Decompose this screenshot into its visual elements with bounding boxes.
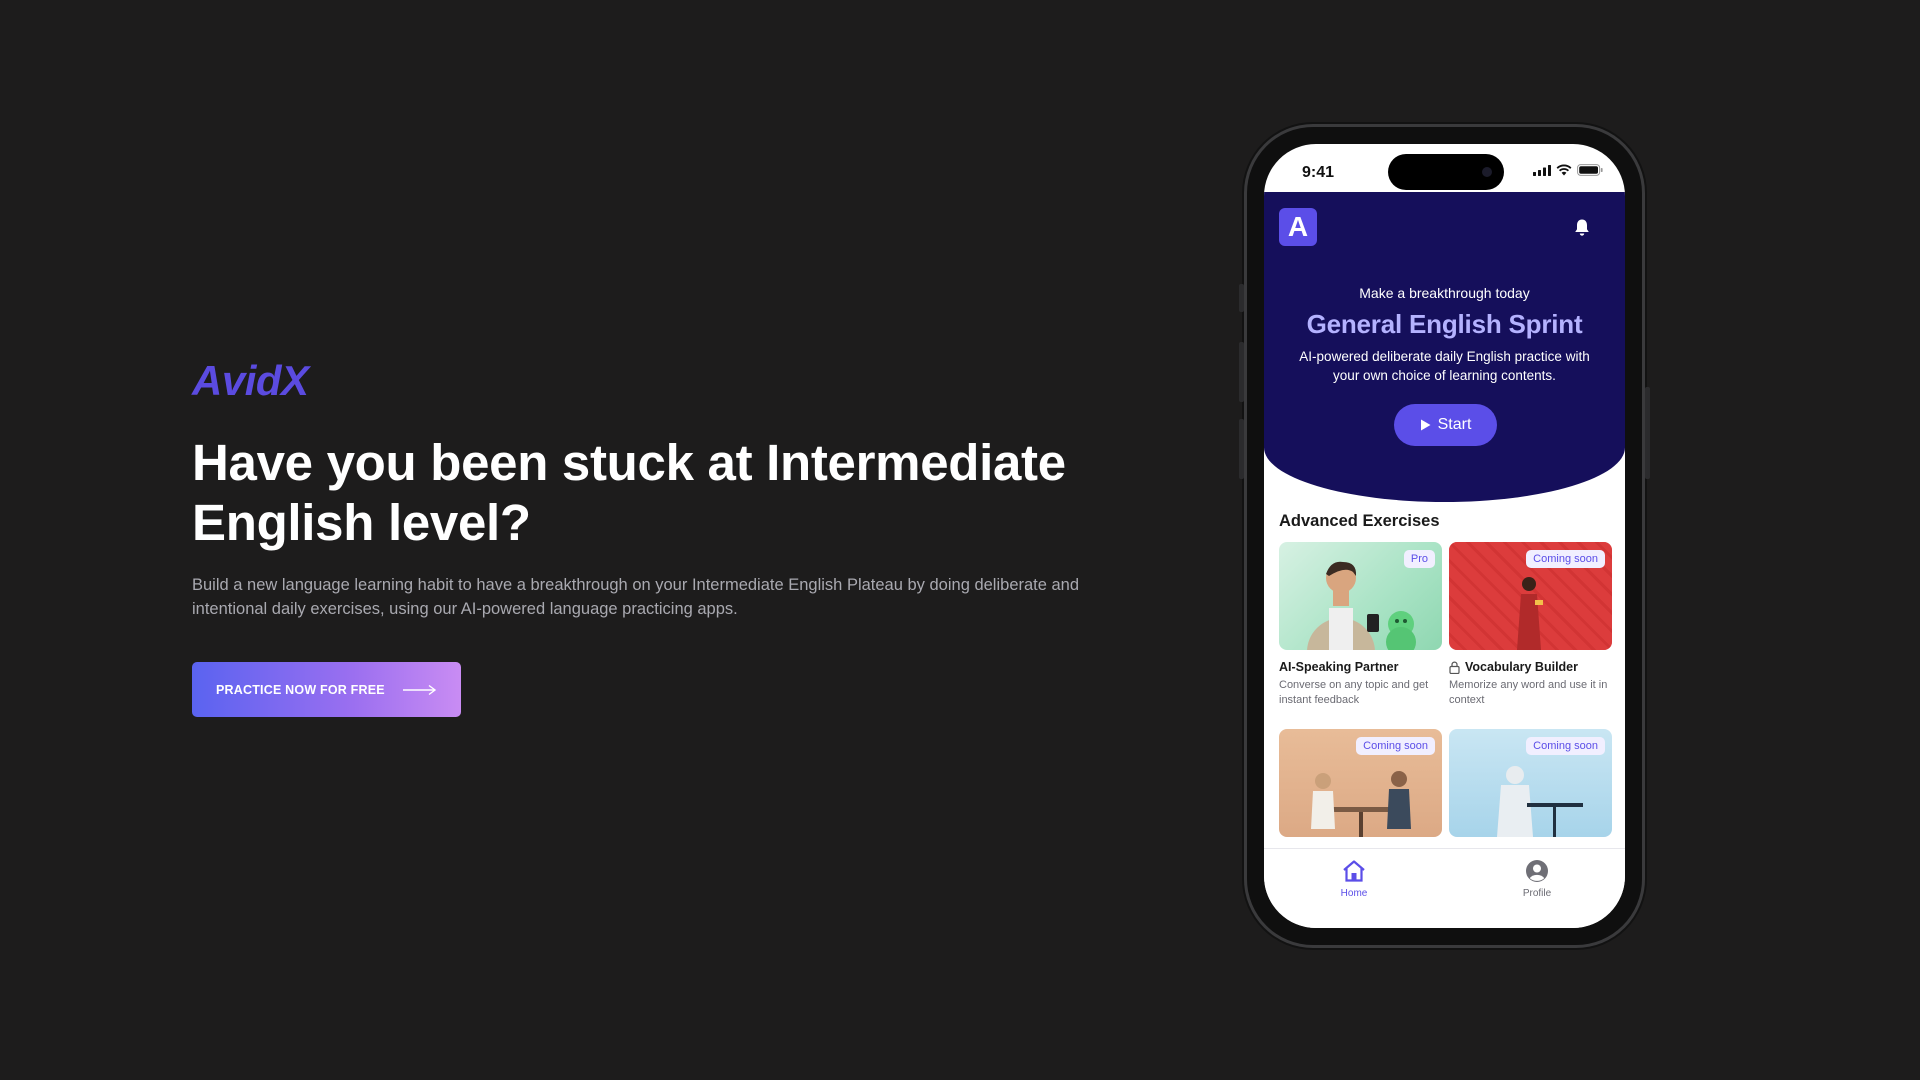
lock-icon [1449,661,1460,674]
home-icon [1343,860,1365,882]
card-title: AI-Speaking Partner [1279,660,1442,674]
section-title: Advanced Exercises [1279,512,1440,530]
status-time: 9:41 [1302,164,1335,181]
signal-icon [1533,164,1551,176]
writing-image: Coming soon [1449,729,1612,837]
side-button-volume-up [1239,342,1244,402]
banner-description: AI-powered deliberate daily English prac… [1299,349,1590,383]
exercise-card-vocabulary-builder[interactable]: Coming soon Vocabulary Builder Memorize … [1449,542,1612,708]
conversation-image: Coming soon [1279,729,1442,837]
wifi-icon [1556,164,1572,176]
coming-soon-badge: Coming soon [1526,737,1605,755]
practice-now-button[interactable]: PRACTICE NOW FOR FREE [192,662,461,717]
notification-bell-icon[interactable] [1573,218,1591,238]
coming-soon-badge: Coming soon [1356,737,1435,755]
phone-screen: 9:41 A Make a breakthrough today General… [1264,144,1625,928]
tab-bar: Home Profile [1264,848,1625,928]
card-title: Vocabulary Builder [1449,660,1612,674]
coming-soon-badge: Coming soon [1526,550,1605,568]
speaking-partner-image: Pro [1279,542,1442,650]
exercise-card-4[interactable]: Coming soon [1449,729,1612,837]
side-button-power [1645,387,1650,479]
card-description: Converse on any topic and get instant fe… [1279,679,1429,706]
practice-now-label: PRACTICE NOW FOR FREE [216,682,385,697]
tab-profile[interactable]: Profile [1507,859,1567,899]
hero-section: AvidX Have you been stuck at Intermediat… [192,355,1132,717]
dynamic-island [1388,154,1504,190]
start-button[interactable]: Start [1394,404,1497,446]
hero-banner: A Make a breakthrough today General Engl… [1264,192,1625,502]
brand-logo: AvidX [192,357,309,404]
hero-headline: Have you been stuck at Intermediate Engl… [192,434,1066,551]
card-title-text: AI-Speaking Partner [1279,660,1399,674]
tab-home-label: Home [1340,888,1368,899]
hero-subtext: Build a new language learning habit to h… [192,576,1080,618]
banner-title: General English Sprint [1306,309,1583,339]
battery-icon [1577,164,1603,176]
exercise-card-3[interactable]: Coming soon [1279,729,1442,837]
profile-icon [1526,860,1548,882]
phone-mockup: 9:41 A Make a breakthrough today General… [1239,127,1650,945]
banner-tagline: Make a breakthrough today [1359,285,1530,301]
vocabulary-builder-image: Coming soon [1449,542,1612,650]
side-button-silent [1239,284,1244,312]
status-bar: 9:41 [1264,144,1625,192]
start-label: Start [1437,416,1472,433]
card-title-text: Vocabulary Builder [1465,660,1578,674]
app-logo: A [1279,208,1317,246]
tab-home[interactable]: Home [1324,859,1384,899]
pro-badge: Pro [1403,550,1435,568]
status-icons [1533,164,1603,176]
side-button-volume-down [1239,419,1244,479]
arrow-right-icon [402,684,436,695]
tab-profile-label: Profile [1522,888,1552,899]
card-description: Memorize any word and use it in context [1449,679,1608,706]
exercise-card-speaking-partner[interactable]: Pro AI-Speaking Partner Converse on any … [1279,542,1442,708]
play-icon [1420,419,1431,431]
